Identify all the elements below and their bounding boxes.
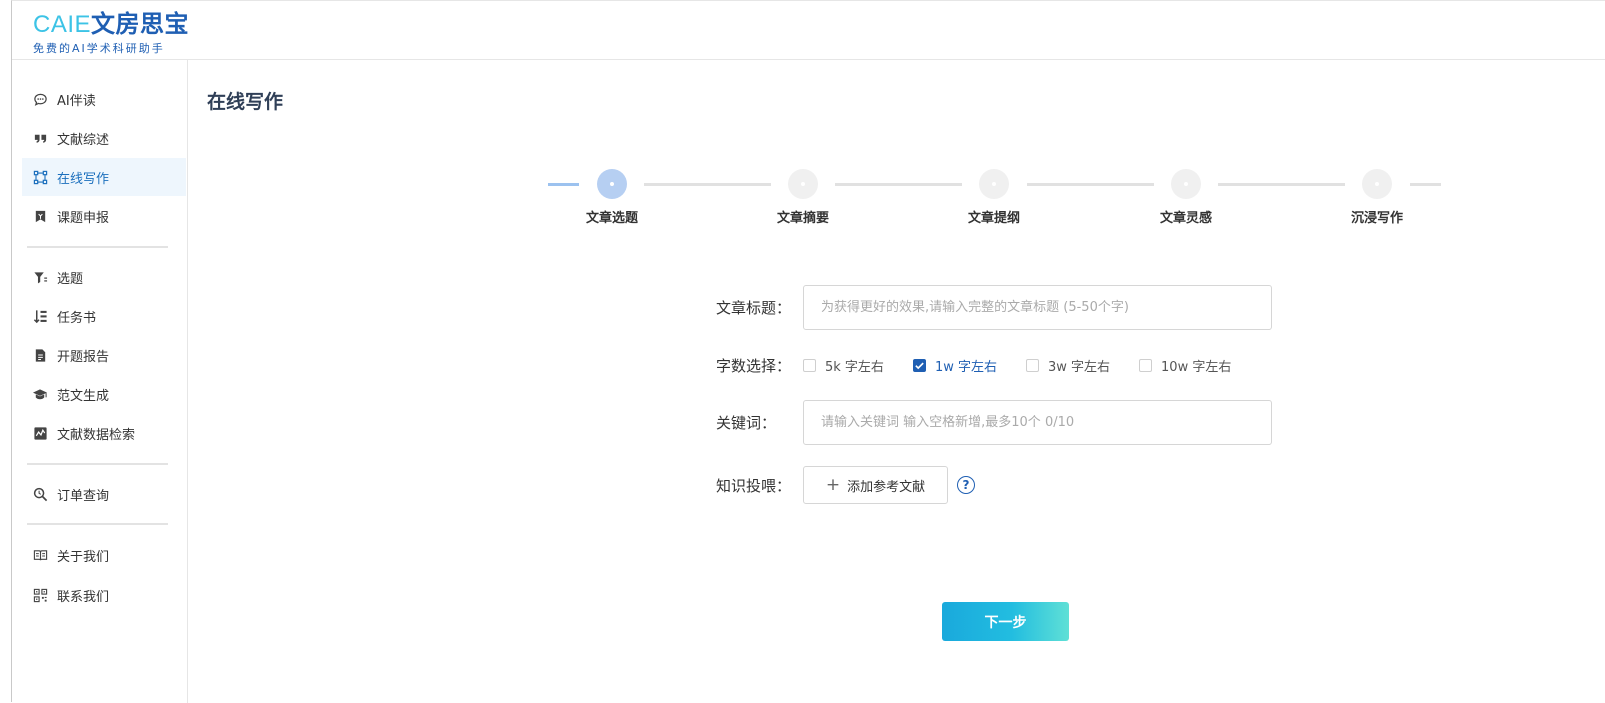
sidebar-item-topic-selection[interactable]: 选题	[22, 258, 186, 296]
brand-logo[interactable]: CAIE文房思宝 免费的AI学术科研助手	[33, 10, 189, 56]
wordcount-option-label: 1w 字左右	[934, 360, 997, 375]
knowledge-row: 知识投喂： + 添加参考文献 ?	[716, 466, 975, 504]
add-reference-button[interactable]: + 添加参考文献	[803, 466, 948, 504]
step-connector	[835, 183, 962, 186]
sidebar-item-online-writing[interactable]: 在线写作	[22, 158, 186, 196]
checkbox-icon[interactable]	[1025, 359, 1039, 372]
wordcount-options: 5k 字左右 1w 字左右 3w 字左右 10w 字左右	[803, 356, 1260, 375]
sidebar-item-ai-reading[interactable]: AI伴读	[22, 80, 186, 118]
chart-search-icon	[32, 425, 48, 441]
chat-bubble-icon	[32, 91, 48, 107]
page-title: 在线写作	[207, 91, 284, 113]
magnifier-icon	[32, 486, 48, 502]
sidebar-item-label: 在线写作	[57, 171, 110, 187]
sidebar-item-label: 文献综述	[57, 132, 110, 148]
sidebar-divider	[27, 523, 168, 525]
sidebar-item-literature-review[interactable]: 文献综述	[22, 119, 186, 157]
step-connector	[1410, 183, 1441, 186]
step-connector	[1218, 183, 1345, 186]
checkbox-icon[interactable]	[1139, 359, 1153, 372]
step-label-immersive-writing: 沉浸写作	[1350, 211, 1403, 226]
sidebar-item-label: 文献数据检索	[57, 427, 136, 443]
wordcount-row: 字数选择： 5k 字左右 1w 字左右 3w 字左右 10w 字左右	[716, 355, 1260, 376]
sidebar: AI伴读 文献综述 在线写作 课题申报 选题 任务书 开题报告 范文生成 文献数…	[12, 60, 188, 703]
flow-icon	[32, 169, 48, 185]
next-step-button[interactable]: 下一步	[942, 602, 1069, 641]
help-icon[interactable]: ?	[957, 476, 975, 494]
title-row: 文章标题：	[716, 285, 1272, 330]
step-label-topic: 文章选题	[585, 211, 638, 226]
sidebar-item-task-book[interactable]: 任务书	[22, 297, 186, 335]
sidebar-divider	[27, 246, 168, 248]
wordcount-label: 字数选择：	[716, 357, 792, 375]
step-label-outline: 文章提纲	[967, 211, 1020, 226]
step-dot-5	[1362, 169, 1392, 199]
sidebar-item-label: AI伴读	[57, 93, 96, 109]
step-label-inspiration: 文章灵感	[1159, 211, 1212, 226]
checkbox-checked-icon[interactable]	[912, 359, 926, 372]
book-open-icon	[32, 547, 48, 563]
sidebar-item-literature-search[interactable]: 文献数据检索	[22, 414, 186, 452]
step-dot-2	[788, 169, 818, 199]
plus-icon: +	[825, 474, 841, 495]
sidebar-item-label: 任务书	[57, 310, 97, 326]
wordcount-option-label: 10w 字左右	[1161, 360, 1232, 375]
sidebar-item-contact-us[interactable]: 联系我们	[22, 576, 186, 614]
sidebar-item-project-application[interactable]: 课题申报	[22, 197, 186, 235]
logo-chinese: 文房思宝	[91, 10, 190, 38]
step-label-abstract: 文章摘要	[776, 211, 829, 226]
document-icon	[32, 347, 48, 363]
step-connector	[548, 183, 579, 186]
step-connector	[644, 183, 771, 186]
sidebar-divider	[27, 463, 168, 465]
sidebar-item-about-us[interactable]: 关于我们	[22, 536, 186, 574]
keywords-label: 关键词：	[716, 414, 777, 432]
sidebar-item-label: 范文生成	[57, 388, 110, 404]
app-window: CAIE文房思宝 免费的AI学术科研助手 AI伴读 文献综述 在线写作 课题申报…	[11, 0, 1605, 703]
quote-icon	[32, 130, 48, 146]
wordcount-option-label: 3w 字左右	[1047, 360, 1111, 375]
step-dot-3	[979, 169, 1009, 199]
main-content: 在线写作 文章选题 文章摘要 文章提纲 文章灵感 沉浸写作 文章标题： 字数选择…	[189, 60, 1605, 703]
keywords-input[interactable]	[803, 400, 1272, 445]
keywords-row: 关键词：	[716, 400, 1272, 445]
sidebar-item-label: 课题申报	[57, 210, 110, 226]
logo-tagline: 免费的AI学术科研助手	[33, 42, 165, 55]
step-dot-4	[1171, 169, 1201, 199]
bookmark-icon	[32, 208, 48, 224]
sidebar-item-sample-generation[interactable]: 范文生成	[22, 375, 186, 413]
add-reference-label: 添加参考文献	[847, 479, 926, 495]
step-connector	[1027, 183, 1154, 186]
sidebar-item-label: 关于我们	[57, 549, 110, 565]
article-title-input[interactable]	[803, 285, 1272, 330]
wordcount-option-1w[interactable]: 1w 字左右	[912, 356, 997, 375]
sidebar-item-order-query[interactable]: 订单查询	[22, 475, 186, 513]
wordcount-option-10w[interactable]: 10w 字左右	[1139, 356, 1231, 375]
top-header: CAIE文房思宝 免费的AI学术科研助手	[12, 1, 1605, 60]
sidebar-item-label: 联系我们	[57, 589, 110, 605]
step-dot-1	[597, 169, 627, 199]
checkbox-icon[interactable]	[803, 359, 816, 372]
sidebar-item-label: 订单查询	[57, 488, 110, 504]
logo-latin: CAIE	[33, 11, 92, 38]
title-label: 文章标题：	[716, 299, 792, 317]
logo-title: CAIE文房思宝	[33, 10, 189, 39]
sidebar-item-proposal-report[interactable]: 开题报告	[22, 336, 186, 374]
wordcount-option-label: 5k 字左右	[825, 360, 884, 375]
graduation-cap-icon	[32, 386, 48, 402]
knowledge-label: 知识投喂：	[716, 476, 792, 495]
step-progress: 文章选题 文章摘要 文章提纲 文章灵感 沉浸写作	[548, 169, 1448, 229]
sidebar-item-label: 开题报告	[57, 349, 110, 365]
qr-code-icon	[32, 587, 48, 603]
sidebar-item-label: 选题	[57, 271, 84, 287]
filter-icon	[32, 269, 48, 285]
wordcount-option-3w[interactable]: 3w 字左右	[1025, 356, 1111, 375]
wordcount-option-5k[interactable]: 5k 字左右	[803, 356, 884, 375]
task-list-icon	[32, 308, 48, 324]
